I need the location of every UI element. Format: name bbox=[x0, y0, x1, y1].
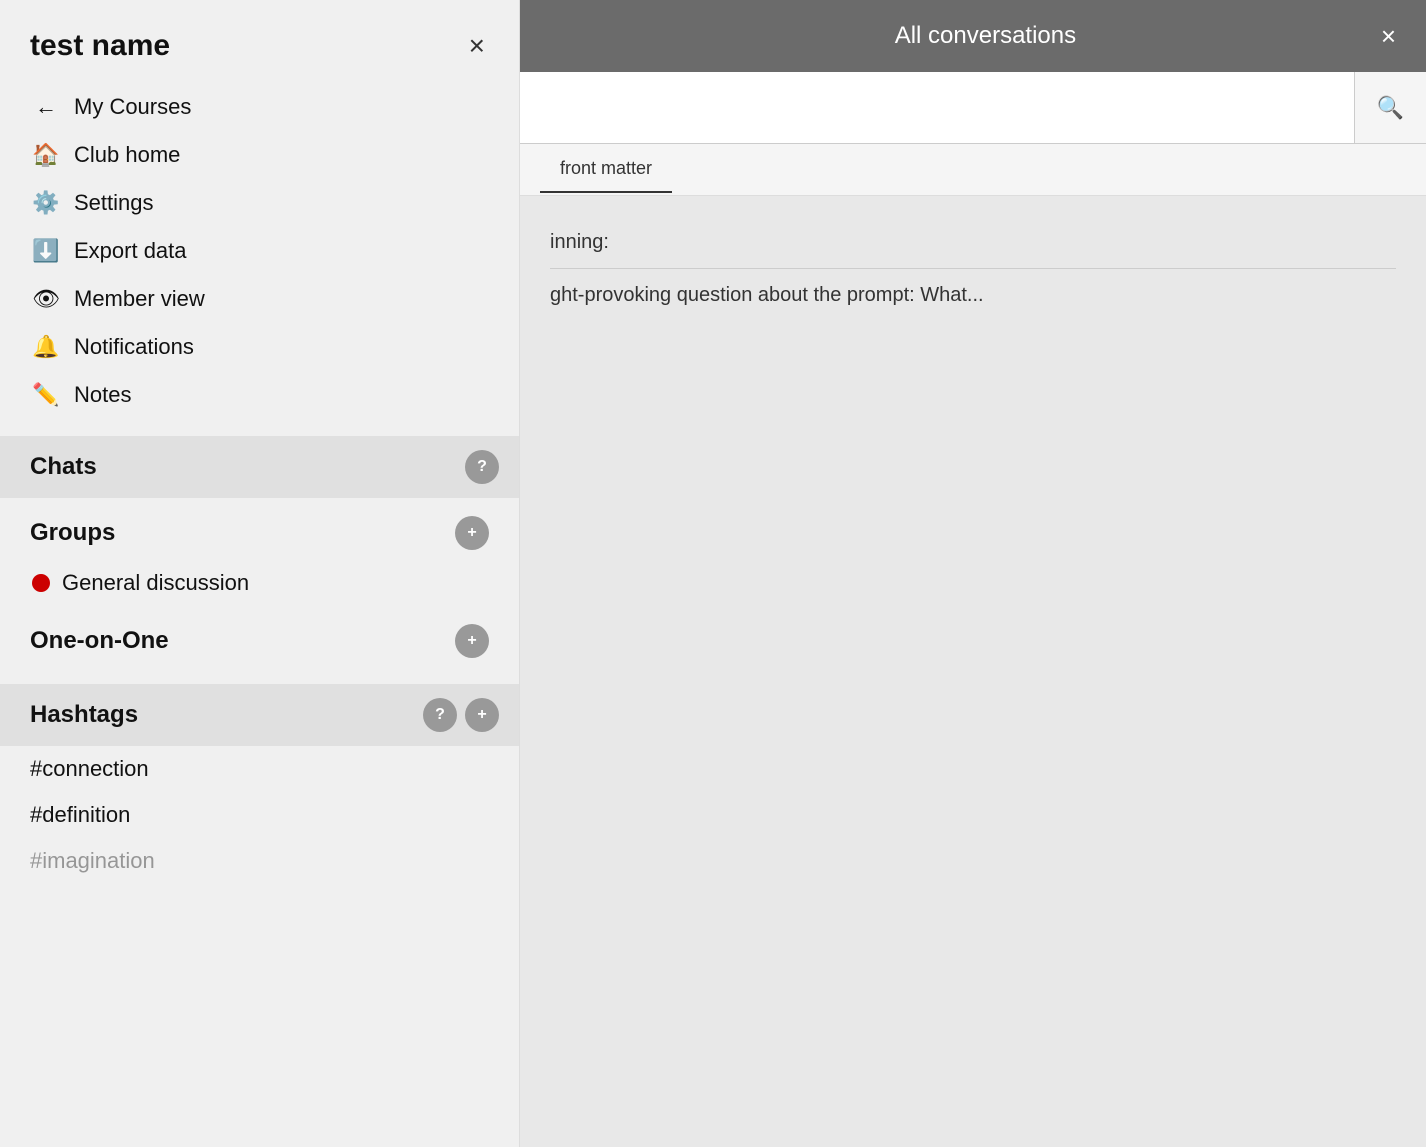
hashtags-help-button[interactable]: ? bbox=[423, 698, 457, 732]
search-bar: 🔍 bbox=[520, 72, 1426, 144]
nav-label-notes: Notes bbox=[74, 382, 131, 408]
hashtag-item-connection[interactable]: #connection bbox=[0, 746, 519, 792]
content-divider bbox=[550, 268, 1396, 269]
tab-front-matter[interactable]: front matter bbox=[540, 146, 672, 193]
notification-dot bbox=[32, 574, 50, 592]
one-on-one-title: One-on-One bbox=[30, 627, 169, 655]
hashtags-section: Hashtags ? + #connection #definition #im… bbox=[0, 676, 519, 884]
chats-help-button[interactable]: ? bbox=[465, 450, 499, 484]
conversation-line-2: ght-provoking question about the prompt:… bbox=[550, 279, 1396, 311]
hashtag-item-definition[interactable]: #definition bbox=[0, 792, 519, 838]
chats-section-header: Chats ? bbox=[0, 436, 519, 498]
groups-title: Groups bbox=[30, 519, 115, 547]
group-name-general-discussion: General discussion bbox=[62, 570, 249, 596]
sidebar: test name × ← My Courses 🏠 Club home ⚙️ … bbox=[0, 0, 520, 1147]
one-on-one-header: One-on-One + bbox=[20, 606, 499, 668]
bell-icon: 🔔 bbox=[32, 334, 60, 360]
search-button[interactable]: 🔍 bbox=[1354, 72, 1426, 143]
nav-item-notes[interactable]: ✏️ Notes bbox=[20, 372, 499, 418]
pencil-icon: ✏️ bbox=[32, 382, 60, 408]
nav-label-export-data: Export data bbox=[74, 238, 187, 264]
nav-item-settings[interactable]: ⚙️ Settings bbox=[20, 180, 499, 226]
nav-label-club-home: Club home bbox=[74, 142, 180, 168]
home-icon: 🏠 bbox=[32, 142, 60, 168]
search-input[interactable] bbox=[520, 72, 1354, 143]
conversations-title: All conversations bbox=[590, 22, 1381, 50]
nav-label-my-courses: My Courses bbox=[74, 94, 191, 120]
nav-item-export-data[interactable]: ⬇️ Export data bbox=[20, 228, 499, 274]
nav-label-settings: Settings bbox=[74, 190, 154, 216]
sidebar-title: test name bbox=[30, 29, 170, 63]
chats-section-title: Chats bbox=[30, 453, 97, 481]
download-icon: ⬇️ bbox=[32, 238, 60, 264]
conversations-header: All conversations × bbox=[520, 0, 1426, 72]
hashtags-title: Hashtags bbox=[30, 701, 138, 729]
groups-header: Groups + bbox=[20, 498, 499, 560]
nav-item-notifications[interactable]: 🔔 Notifications bbox=[20, 324, 499, 370]
group-item-general-discussion[interactable]: General discussion bbox=[20, 560, 499, 606]
one-on-one-section: One-on-One + bbox=[0, 606, 519, 668]
hashtags-section-actions: ? + bbox=[423, 698, 499, 732]
search-icon: 🔍 bbox=[1377, 95, 1404, 121]
tab-bar: front matter bbox=[520, 144, 1426, 196]
hashtag-label-connection: #connection bbox=[30, 756, 149, 782]
sidebar-close-button[interactable]: × bbox=[465, 28, 489, 64]
nav-item-member-view[interactable]: 👁 Member view bbox=[20, 276, 499, 322]
conversation-line-1: inning: bbox=[550, 226, 1396, 258]
nav-item-club-home[interactable]: 🏠 Club home bbox=[20, 132, 499, 178]
groups-section: Groups + General discussion bbox=[0, 498, 519, 606]
arrow-left-icon: ← bbox=[32, 94, 60, 120]
hashtag-label-imagination: #imagination bbox=[30, 848, 155, 874]
groups-add-button[interactable]: + bbox=[455, 516, 489, 550]
conversation-content: inning: ght-provoking question about the… bbox=[520, 196, 1426, 1147]
gear-icon: ⚙️ bbox=[32, 190, 60, 216]
nav-label-member-view: Member view bbox=[74, 286, 205, 312]
nav-item-my-courses[interactable]: ← My Courses bbox=[20, 84, 499, 130]
eye-icon: 👁 bbox=[32, 286, 60, 312]
nav-label-notifications: Notifications bbox=[74, 334, 194, 360]
conversations-close-button[interactable]: × bbox=[1381, 23, 1396, 49]
chats-section-actions: ? bbox=[465, 450, 499, 484]
main-panel: All conversations × 🔍 front matter innin… bbox=[520, 0, 1426, 1147]
hashtags-add-button[interactable]: + bbox=[465, 698, 499, 732]
nav-menu: ← My Courses 🏠 Club home ⚙️ Settings ⬇️ … bbox=[0, 84, 519, 428]
hashtags-section-header: Hashtags ? + bbox=[0, 684, 519, 746]
hashtag-item-imagination[interactable]: #imagination bbox=[0, 838, 519, 884]
sidebar-header: test name × bbox=[0, 0, 519, 84]
hashtag-label-definition: #definition bbox=[30, 802, 130, 828]
tab-front-matter-label: front matter bbox=[560, 158, 652, 178]
one-on-one-add-button[interactable]: + bbox=[455, 624, 489, 658]
